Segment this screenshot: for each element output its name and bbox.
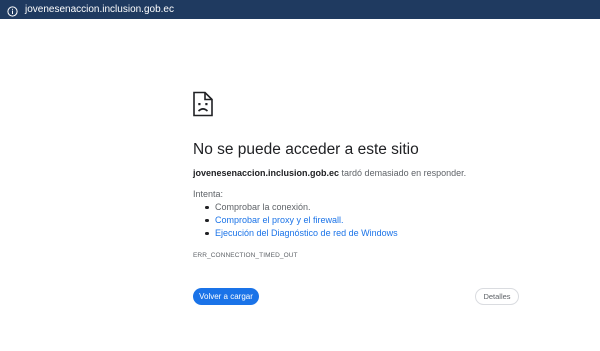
error-message: tardó demasiado en responder. [339, 168, 467, 178]
url-text[interactable]: jovenesenaccion.inclusion.gob.ec [25, 3, 174, 16]
address-bar: jovenesenaccion.inclusion.gob.ec [0, 0, 600, 19]
error-page: jovenesenaccion.inclusion.gob.ec No se p… [0, 0, 600, 351]
error-code: ERR_CONNECTION_TIMED_OUT [193, 252, 298, 259]
suggestion-network-diagnostics-link[interactable]: Ejecución del Diagnóstico de red de Wind… [203, 227, 398, 240]
error-host: jovenesenaccion.inclusion.gob.ec [193, 168, 340, 178]
details-button[interactable]: Detalles [475, 288, 519, 305]
suggestion-check-connection: Comprobar la conexión. [203, 201, 398, 214]
error-title: No se puede acceder a este sitio [193, 141, 419, 158]
reload-button[interactable]: Volver a cargar [193, 288, 259, 305]
suggestions-list: Comprobar la conexión. Comprobar el prox… [203, 201, 398, 240]
error-description: jovenesenaccion.inclusion.gob.ec tardó d… [193, 167, 466, 179]
suggestion-check-proxy-link[interactable]: Comprobar el proxy y el firewall. [203, 214, 398, 227]
sad-page-icon [192, 91, 214, 117]
suggestions-label: Intenta: [193, 189, 224, 199]
info-icon[interactable] [7, 4, 18, 17]
